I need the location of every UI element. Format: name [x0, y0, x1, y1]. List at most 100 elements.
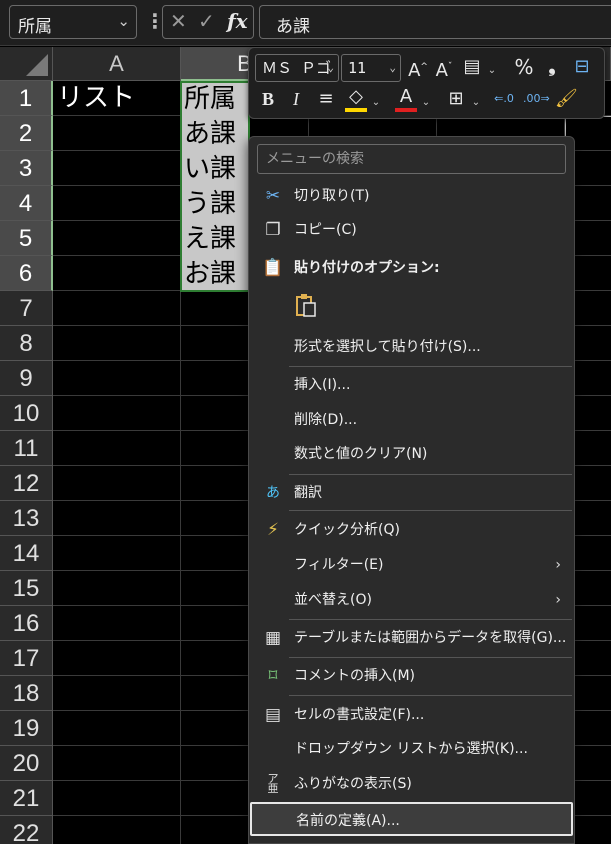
italic-icon[interactable]: I	[285, 88, 307, 110]
paste-icon[interactable]	[295, 293, 317, 317]
scissors-icon: ✂	[265, 186, 281, 206]
translate-icon: あ	[266, 485, 280, 501]
font-color-icon[interactable]: A	[395, 86, 417, 112]
menu-item-label: セルの書式設定(F)...	[294, 707, 425, 723]
menu-item-label: 名前の定義(A)...	[296, 813, 400, 829]
menu-item-label: 翻訳	[294, 485, 322, 501]
row-header-14[interactable]: 14	[0, 536, 53, 571]
row-header-21[interactable]: 21	[0, 781, 53, 816]
formula-input[interactable]: あ課	[259, 5, 611, 39]
cell-b4[interactable]: う課	[181, 187, 249, 222]
menu-item-quick-analysis[interactable]: ⚡ クイック分析(Q)	[250, 513, 573, 547]
menu-item-label: 並べ替え(O)	[294, 592, 372, 608]
row-header-19[interactable]: 19	[0, 711, 53, 746]
increase-decimal-icon[interactable]: ⇐.0	[493, 88, 515, 110]
menu-item-get-data[interactable]: ▦ テーブルまたは範囲からデータを取得(G)...	[250, 621, 573, 655]
menu-item-insert[interactable]: 挿入(I)...	[250, 368, 573, 402]
menu-item-define-name[interactable]: 名前の定義(A)...	[250, 802, 573, 836]
column-header-a[interactable]: A	[53, 47, 181, 81]
row-header-11[interactable]: 11	[0, 431, 53, 466]
menu-item-filter[interactable]: フィルター(E) ›	[250, 548, 573, 582]
font-name-dropdown[interactable]: ＭＳ Ｐゴ ⌄	[255, 54, 339, 82]
row-header-16[interactable]: 16	[0, 606, 53, 641]
row-header-10[interactable]: 10	[0, 396, 53, 431]
cell-b6[interactable]: お課	[181, 257, 249, 292]
menu-search[interactable]	[257, 144, 566, 174]
fill-color-icon[interactable]: ◇	[345, 86, 367, 112]
table-icon: ▦	[264, 628, 282, 648]
quick-analysis-icon: ⚡	[267, 520, 279, 540]
menu-item-dropdown-pick[interactable]: ドロップダウン リストから選択(K)...	[250, 732, 573, 766]
menu-item-copy[interactable]: ❐ コピー(C)	[250, 213, 573, 247]
menu-item-label: クイック分析(Q)	[294, 522, 400, 538]
chevron-right-icon: ›	[555, 557, 561, 573]
menu-item-label: 挿入(I)...	[294, 377, 351, 393]
row-header-12[interactable]: 12	[0, 466, 53, 501]
mini-toolbar: ＭＳ Ｐゴ ⌄ 11 ⌄ A^ Aˇ ▤ ⌄ % ❟ ⊟ B I ≡ ◇ ⌄ A…	[248, 47, 605, 119]
row-header-6[interactable]: 6	[0, 256, 53, 291]
insert-function-icon[interactable]: fx	[227, 9, 248, 33]
menu-item-clear[interactable]: 数式と値のクリア(N)	[250, 437, 573, 471]
menu-item-insert-comment[interactable]: ⌑ コメントの挿入(M)	[250, 659, 573, 693]
menu-item-paste-special[interactable]: 形式を選択して貼り付け(S)...	[250, 330, 573, 364]
name-box-value: 所属	[18, 17, 52, 37]
menu-item-label: 形式を選択して貼り付け(S)...	[294, 339, 481, 355]
menu-item-label: ふりがなの表示(S)	[294, 776, 412, 792]
menu-item-label: コメントの挿入(M)	[294, 668, 416, 684]
row-header-20[interactable]: 20	[0, 746, 53, 781]
row-header-3[interactable]: 3	[0, 151, 53, 186]
row-header-7[interactable]: 7	[0, 291, 53, 326]
chevron-down-icon[interactable]: ⌄	[117, 12, 130, 30]
menu-search-input[interactable]	[258, 145, 565, 173]
increase-font-icon[interactable]: A^	[407, 56, 429, 82]
row-header-15[interactable]: 15	[0, 571, 53, 606]
menu-item-translate[interactable]: あ 翻訳	[250, 476, 573, 510]
chevron-down-icon[interactable]: ⌄	[421, 92, 431, 114]
chevron-down-icon[interactable]: ⌄	[471, 92, 481, 114]
row-header-8[interactable]: 8	[0, 326, 53, 361]
decrease-decimal-icon[interactable]: .00⇒	[523, 88, 550, 110]
menu-item-format-cells[interactable]: ▤ セルの書式設定(F)...	[250, 698, 573, 732]
menu-item-label: フィルター(E)	[294, 557, 384, 573]
enter-icon[interactable]: ✓	[198, 9, 215, 33]
cell-b2[interactable]: あ課	[181, 117, 249, 152]
chevron-down-icon[interactable]: ⌄	[371, 92, 381, 114]
select-all-button[interactable]	[0, 47, 53, 81]
chevron-down-icon[interactable]: ⌄	[487, 60, 497, 82]
align-center-icon[interactable]: ≡	[315, 88, 337, 110]
format-painter-icon[interactable]: 🖌	[555, 88, 578, 110]
cell-b3[interactable]: い課	[181, 152, 249, 187]
name-box[interactable]: 所属 ⌄	[9, 5, 137, 39]
cell-styles-icon[interactable]: ▤	[461, 56, 483, 78]
row-header-17[interactable]: 17	[0, 641, 53, 676]
cell-b5[interactable]: え課	[181, 222, 249, 257]
font-size-dropdown[interactable]: 11 ⌄	[341, 54, 401, 82]
row-header-22[interactable]: 22	[0, 816, 53, 844]
menu-item-label: 切り取り(T)	[294, 188, 370, 204]
menu-item-sort[interactable]: 並べ替え(O) ›	[250, 583, 573, 617]
merge-center-icon[interactable]: ⊟	[571, 56, 593, 78]
comma-style-icon[interactable]: ❟	[541, 56, 563, 78]
row-header-9[interactable]: 9	[0, 361, 53, 396]
row-header-18[interactable]: 18	[0, 676, 53, 711]
menu-item-label: 貼り付けのオプション:	[294, 260, 440, 276]
cell-b1[interactable]: 所属	[181, 82, 249, 117]
row-header-1[interactable]: 1	[0, 81, 53, 116]
menu-item-label: 削除(D)...	[294, 412, 358, 428]
row-header-13[interactable]: 13	[0, 501, 53, 536]
row-header-5[interactable]: 5	[0, 221, 53, 256]
menu-item-cut[interactable]: ✂ 切り取り(T)	[250, 179, 573, 213]
bold-icon[interactable]: B	[257, 88, 279, 110]
formula-value: あ課	[276, 17, 310, 37]
formula-buttons: ✕ ✓ fx	[162, 5, 254, 39]
menu-item-phonetic[interactable]: ア亜 ふりがなの表示(S)	[250, 767, 573, 801]
menu-item-delete[interactable]: 削除(D)...	[250, 403, 573, 437]
cancel-icon[interactable]: ✕	[170, 9, 187, 33]
decrease-font-icon[interactable]: Aˇ	[433, 56, 455, 82]
separator	[289, 619, 572, 620]
percent-icon[interactable]: %	[513, 56, 535, 78]
borders-icon[interactable]: ⊞	[445, 88, 467, 110]
row-header-2[interactable]: 2	[0, 116, 53, 151]
row-header-4[interactable]: 4	[0, 186, 53, 221]
cell-a1[interactable]: リスト	[54, 81, 180, 116]
